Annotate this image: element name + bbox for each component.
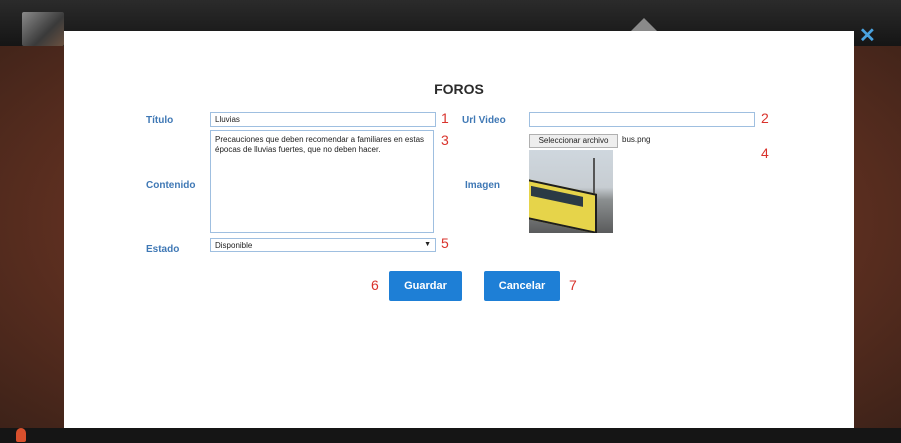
modal-title: FOROS (434, 81, 484, 97)
callout-6: 6 (371, 277, 379, 293)
file-name: bus.png (622, 135, 651, 144)
label-titulo: Título (146, 115, 174, 126)
bottom-bar (0, 428, 901, 443)
callout-7: 7 (569, 277, 577, 293)
callout-5: 5 (441, 235, 449, 251)
preview-bus-window (531, 185, 583, 207)
foros-modal: FOROS Título Lluvias 1 Url Video 2 Conte… (64, 31, 854, 428)
preview-bus (529, 178, 597, 233)
avatar (22, 12, 64, 46)
titulo-field[interactable]: Lluvias (210, 112, 436, 127)
select-file-button[interactable]: Seleccionar archivo (529, 134, 618, 148)
cancelar-button[interactable]: Cancelar (484, 271, 560, 301)
estado-select-value: Disponible (215, 241, 253, 250)
label-contenido: Contenido (146, 180, 196, 191)
contenido-textarea[interactable]: Precauciones que deben recomendar a fami… (210, 130, 434, 233)
label-imagen: Imagen (465, 180, 501, 191)
image-preview (529, 150, 613, 233)
callout-4: 4 (761, 145, 769, 161)
label-url-video: Url Video (462, 115, 506, 126)
home-icon[interactable] (630, 18, 658, 32)
guardar-button[interactable]: Guardar (389, 271, 462, 301)
callout-2: 2 (761, 110, 769, 126)
label-estado: Estado (146, 244, 180, 255)
callout-3: 3 (441, 132, 449, 148)
url-video-field[interactable] (529, 112, 755, 127)
close-icon[interactable]: ✕ (859, 26, 876, 46)
callout-1: 1 (441, 110, 449, 126)
estado-select[interactable]: Disponible ▼ (210, 238, 436, 252)
dropdown-arrow-icon: ▼ (424, 241, 431, 248)
person-icon (16, 428, 26, 442)
